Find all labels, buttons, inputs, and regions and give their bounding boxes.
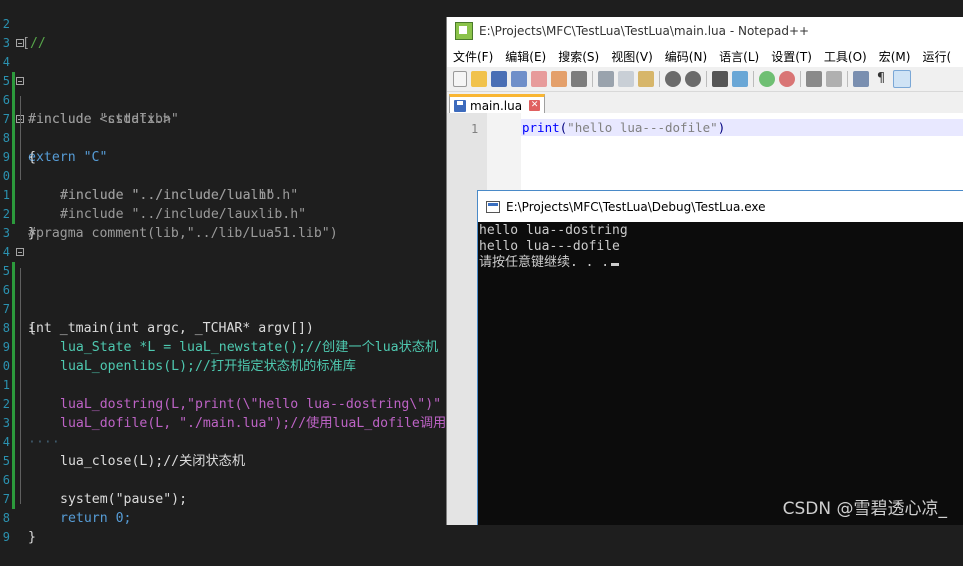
copy-icon[interactable]	[618, 71, 634, 87]
console-app-icon	[486, 200, 500, 213]
toolbar-separator	[706, 71, 707, 87]
toolbar-separator	[659, 71, 660, 87]
print-icon[interactable]	[571, 71, 587, 87]
tab-main-lua[interactable]: main.lua ✕	[449, 94, 545, 114]
fold-toggle-icon[interactable]	[16, 77, 24, 85]
fold-toggle-icon[interactable]	[16, 39, 24, 47]
show-all-chars-icon[interactable]: ¶	[873, 71, 889, 87]
console-output: hello lua--dostring hello lua---dofile 请按任…	[479, 223, 628, 271]
line-number: 1	[471, 122, 479, 136]
undo-icon[interactable]	[665, 71, 681, 87]
toolbar-separator	[753, 71, 754, 87]
close-file-icon[interactable]	[531, 71, 547, 87]
window-title-bar[interactable]: E:\Projects\MFC\TestLua\TestLua\main.lua…	[447, 17, 963, 45]
menu-view[interactable]: 视图(V)	[605, 48, 659, 65]
menu-language[interactable]: 语言(L)	[713, 48, 765, 65]
redo-icon[interactable]	[685, 71, 701, 87]
saved-file-icon	[454, 99, 466, 112]
line-number: 9	[2, 530, 10, 544]
console-line: hello lua--dostring	[479, 223, 628, 238]
sync-scroll-icon[interactable]	[806, 71, 822, 87]
fold-guide	[20, 96, 21, 180]
open-file-icon[interactable]	[471, 71, 487, 87]
text-cursor	[611, 263, 620, 266]
new-file-icon[interactable]	[453, 71, 467, 87]
menu-macro[interactable]: 宏(M)	[873, 48, 917, 65]
code-keyword: print	[522, 120, 560, 135]
window-title: E:\Projects\MFC\TestLua\TestLua\main.lua…	[479, 24, 810, 38]
console-line: hello lua---dofile	[479, 239, 620, 254]
tab-close-icon[interactable]: ✕	[529, 100, 541, 111]
menu-encoding[interactable]: 编码(N)	[659, 48, 713, 65]
console-prompt-text: 请按任意键继续. . .	[479, 255, 610, 270]
console-window[interactable]: E:\Projects\MFC\TestLua\Debug\TestLua.ex…	[477, 190, 963, 525]
menu-edit[interactable]: 编辑(E)	[499, 48, 552, 65]
word-wrap-icon[interactable]	[826, 71, 842, 87]
close-all-icon[interactable]	[551, 71, 567, 87]
menu-bar: 文件(F) 编辑(E) 搜索(S) 视图(V) 编码(N) 语言(L) 设置(T…	[447, 45, 963, 67]
code-line: 2 [//	[0, 0, 963, 51]
menu-tools[interactable]: 工具(O)	[818, 48, 873, 65]
console-title: E:\Projects\MFC\TestLua\Debug\TestLua.ex…	[506, 199, 766, 214]
zoom-in-icon[interactable]	[759, 71, 775, 87]
menu-search[interactable]: 搜索(S)	[552, 48, 605, 65]
watermark: CSDN @雪碧透心凉_	[782, 499, 947, 519]
zoom-out-icon[interactable]	[779, 71, 795, 87]
console-line-prompt: 请按任意键继续. . .	[479, 255, 628, 271]
code-paren: )	[717, 120, 726, 135]
toolbar-separator	[847, 71, 848, 87]
cut-icon[interactable]	[598, 71, 614, 87]
fold-toggle-icon[interactable]	[16, 248, 24, 256]
menu-file[interactable]: 文件(F)	[447, 48, 499, 65]
tab-label: main.lua	[470, 98, 523, 113]
menu-run[interactable]: 运行(	[916, 48, 957, 65]
code-string: "hello lua---dofile"	[567, 120, 718, 135]
replace-icon[interactable]	[732, 71, 748, 87]
find-icon[interactable]	[712, 71, 728, 87]
fold-guide	[20, 268, 21, 504]
indent-guide-icon[interactable]	[853, 71, 869, 87]
console-title-bar[interactable]: E:\Projects\MFC\TestLua\Debug\TestLua.ex…	[478, 190, 963, 222]
code-text: print("hello lua---dofile")	[522, 120, 725, 135]
toolbar: ¶	[447, 67, 963, 92]
toolbar-separator	[592, 71, 593, 87]
save-all-icon[interactable]	[511, 71, 527, 87]
save-icon[interactable]	[491, 71, 507, 87]
paste-icon[interactable]	[638, 71, 654, 87]
menu-settings[interactable]: 设置(T)	[765, 48, 818, 65]
toolbar-separator	[800, 71, 801, 87]
doc-map-icon[interactable]	[893, 70, 911, 88]
notepadpp-app-icon	[455, 22, 473, 40]
tab-bar: main.lua ✕	[447, 92, 963, 115]
